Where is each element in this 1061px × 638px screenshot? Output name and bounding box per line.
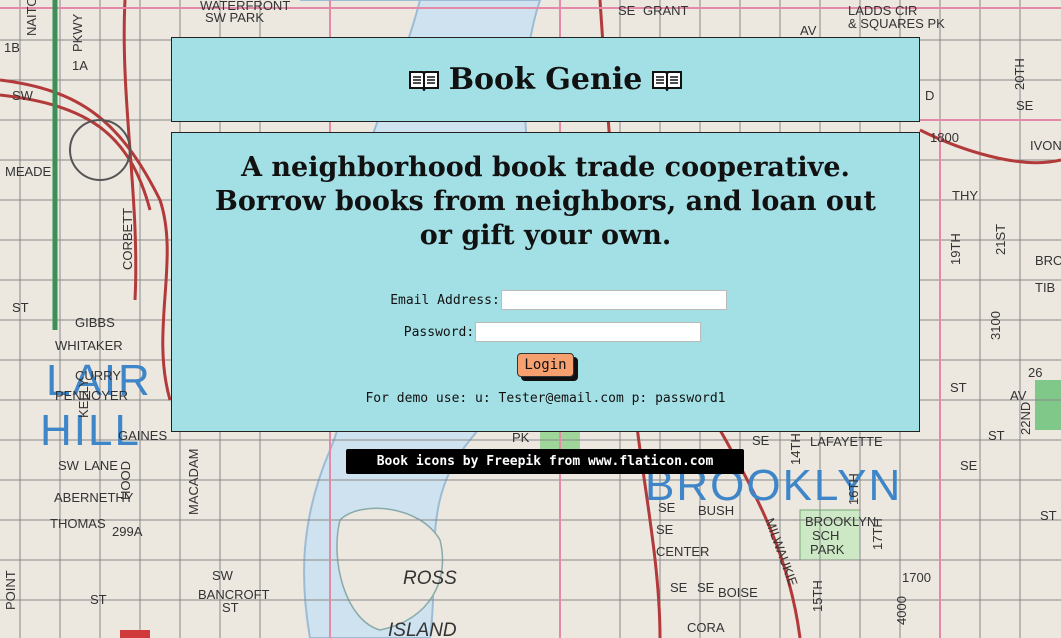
header-panel: Book Genie	[171, 37, 920, 122]
password-field[interactable]	[475, 322, 702, 342]
map-label: SE	[656, 522, 674, 537]
map-label: POINT	[3, 570, 18, 610]
map-label: THY	[952, 188, 978, 203]
map-label: ROSS	[403, 568, 457, 589]
map-label: HOOD	[118, 461, 133, 500]
password-label: Password:	[403, 324, 475, 340]
map-label: LANE	[84, 458, 118, 473]
map-label: SW	[212, 568, 234, 583]
icon-credit-badge: Book icons by Freepik from www.flaticon.…	[346, 449, 744, 474]
map-label: 3100	[988, 311, 1003, 340]
map-label: BROOKLYN	[805, 514, 876, 529]
map-label: BRO	[1035, 253, 1061, 268]
map-label: 26	[1028, 365, 1042, 380]
map-label: SE	[697, 580, 715, 595]
email-field[interactable]	[500, 290, 727, 310]
map-label: ST	[1040, 508, 1057, 523]
map-label: 1B	[4, 40, 20, 55]
password-row: Password:	[172, 321, 919, 343]
map-label: 20TH	[1012, 58, 1027, 90]
map-label: SE	[752, 433, 770, 448]
map-label: GAINES	[118, 428, 167, 443]
map-label: SE	[1016, 98, 1034, 113]
map-label: CENTER	[656, 544, 709, 559]
park-patch	[1035, 380, 1061, 430]
map-label: MEADE	[5, 164, 52, 179]
map-label: 299A	[112, 524, 143, 539]
map-label: D	[925, 88, 934, 103]
map-label: THOMAS	[50, 516, 106, 531]
tagline: A neighborhood book trade cooperative. B…	[215, 152, 876, 251]
map-label: 22ND	[1018, 402, 1033, 435]
map-label: SW	[12, 88, 34, 103]
map-label: 1A	[72, 58, 88, 73]
map-label: 17TH	[870, 518, 885, 550]
map-label: BOISE	[718, 585, 758, 600]
map-label: 1800	[930, 130, 959, 145]
map-label: ST	[950, 380, 967, 395]
map-label: NAITO	[24, 0, 39, 36]
map-label: GIBBS	[75, 315, 115, 330]
map-label: SE	[670, 580, 688, 595]
map-label: ISLAND	[388, 620, 457, 638]
map-label: CORBETT	[120, 208, 135, 270]
map-label: ST	[222, 600, 239, 615]
map-label: AV	[800, 23, 817, 38]
login-form: Email Address: Password: Login	[172, 289, 919, 377]
map-label: IVON	[1030, 138, 1061, 153]
email-label: Email Address:	[390, 292, 500, 308]
map-label: PENNOYER	[55, 388, 128, 403]
demo-credentials-note: For demo use: u: Tester@email.com p: pas…	[365, 391, 726, 406]
map-label: LAFAYETTE	[810, 434, 883, 449]
app-title-text: Book Genie	[448, 62, 643, 97]
map-label: PK	[512, 430, 530, 445]
map-label: ST	[12, 300, 29, 315]
map-label: SE	[658, 500, 676, 515]
map-label: PARK	[810, 542, 845, 557]
map-label: 19TH	[948, 233, 963, 265]
map-label: SW	[58, 458, 80, 473]
map-label: 1700	[902, 570, 931, 585]
map-label: ST	[988, 428, 1005, 443]
map-label: BUSH	[698, 503, 734, 518]
map-label: & SQUARES PK	[848, 16, 945, 31]
map-label: AV	[1010, 388, 1027, 403]
open-book-icon	[652, 70, 683, 91]
map-label: 4000	[894, 596, 909, 625]
map-label: TIB	[1035, 280, 1055, 295]
map-label: PKWY	[70, 13, 85, 52]
map-label: ST	[90, 592, 107, 607]
map-label: SE	[618, 3, 636, 18]
login-panel: A neighborhood book trade cooperative. B…	[171, 132, 920, 432]
map-label: MACADAM	[186, 449, 201, 515]
map-label: CORA	[687, 620, 725, 635]
map-label: 15TH	[810, 580, 825, 612]
open-book-icon	[408, 70, 439, 91]
email-row: Email Address:	[172, 289, 919, 311]
map-label: GRANT	[643, 3, 689, 18]
app-title: Book Genie	[408, 62, 683, 97]
map-label: 14TH	[788, 433, 803, 465]
map-label: WHITAKER	[55, 338, 123, 353]
map-label: SE	[960, 458, 978, 473]
map-label: 16TH	[846, 473, 861, 505]
map-label: 21ST	[993, 224, 1008, 255]
map-label: SCH	[812, 528, 839, 543]
map-label: SW PARK	[205, 10, 264, 25]
login-button[interactable]: Login	[517, 353, 574, 377]
